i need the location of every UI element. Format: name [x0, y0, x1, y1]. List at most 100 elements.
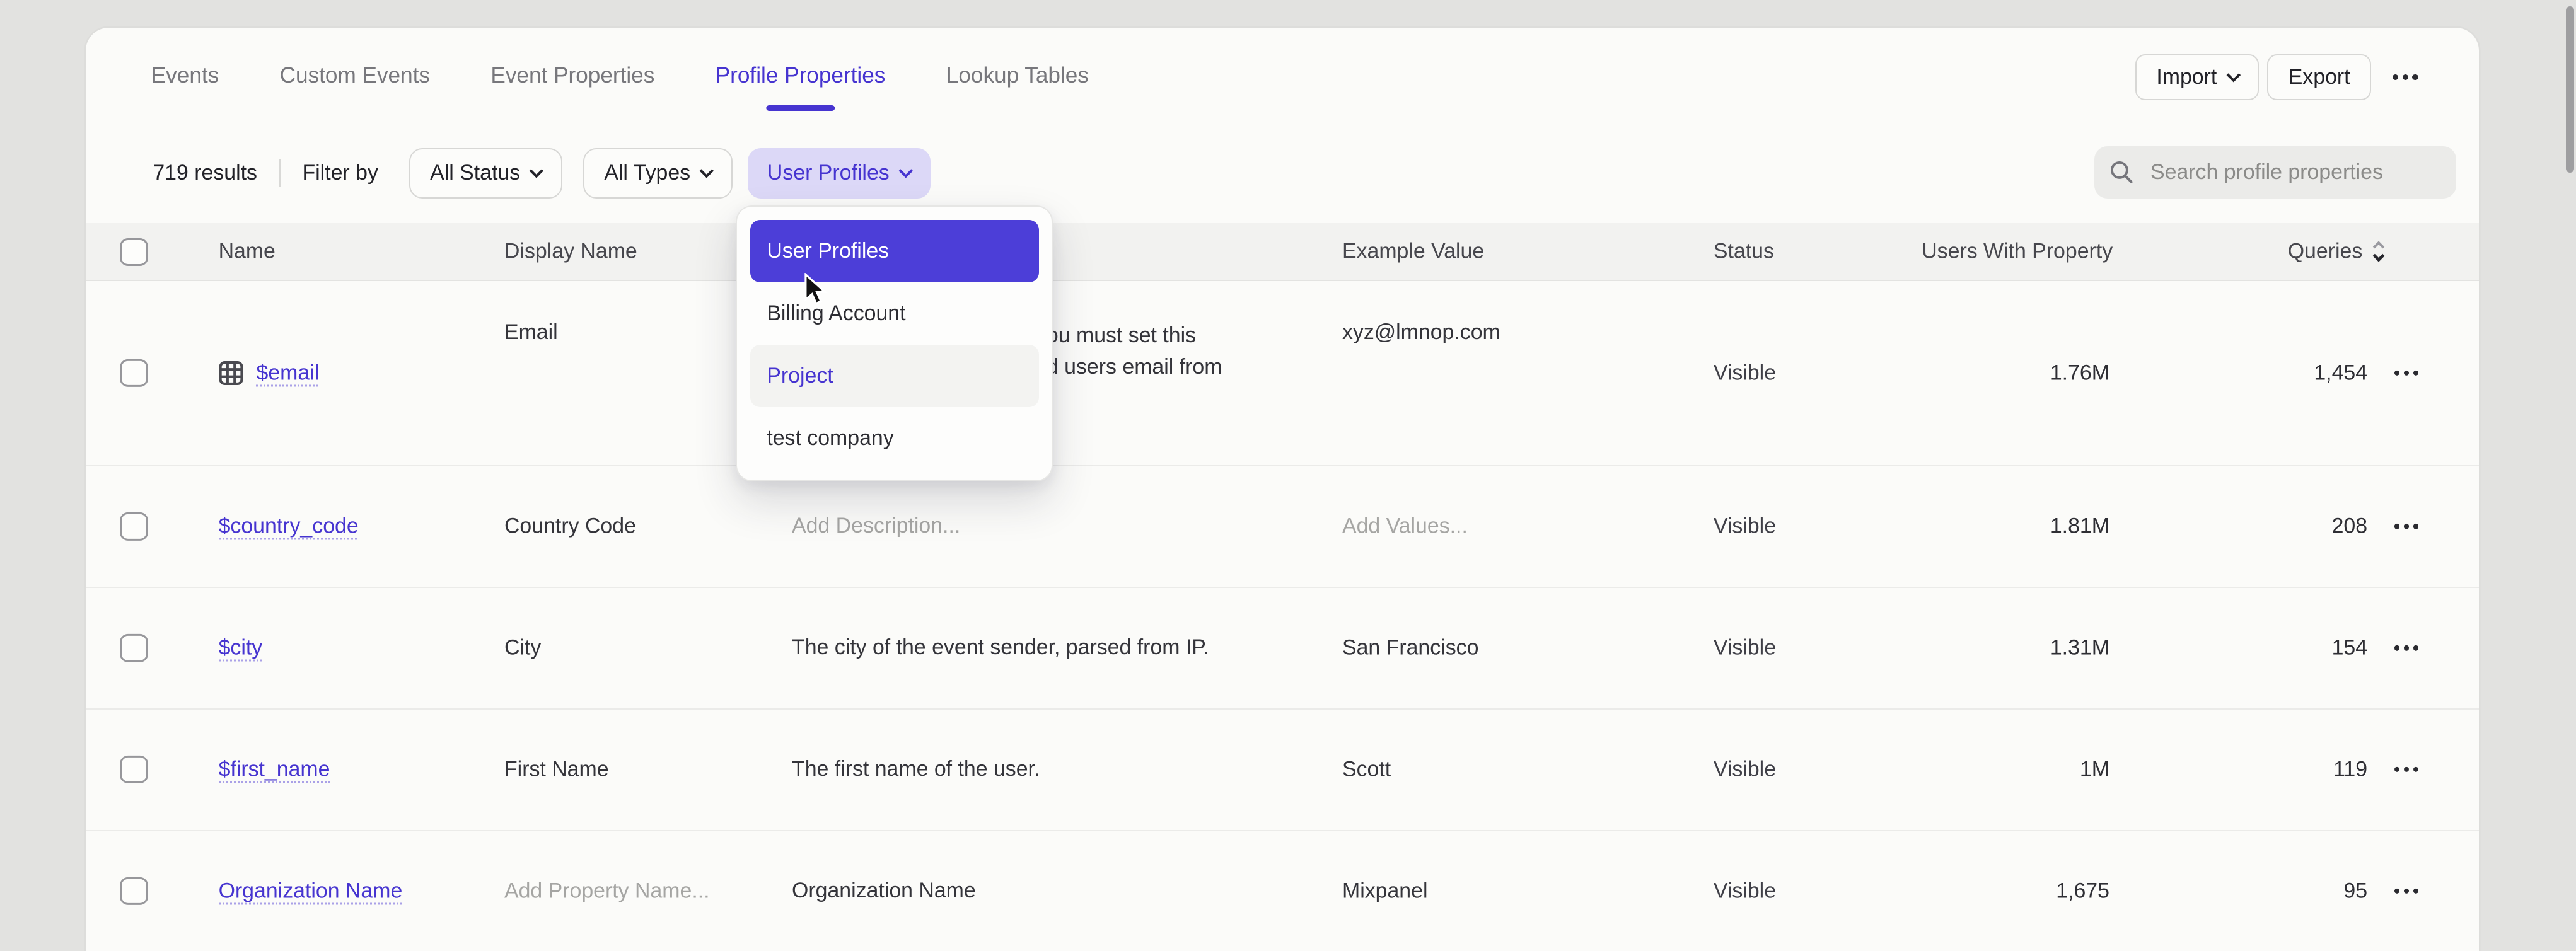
- row-actions-button[interactable]: [2394, 645, 2418, 650]
- sort-descending-icon: [2370, 239, 2387, 263]
- property-name-link[interactable]: $email: [256, 360, 319, 385]
- description-line: d users email from: [1047, 352, 1222, 383]
- table-header: Name Display Name Example Value Status U…: [86, 223, 2480, 280]
- example-value-cell[interactable]: San Francisco: [1342, 636, 1478, 660]
- tab-event-properties[interactable]: Event Properties: [490, 63, 654, 88]
- example-value-cell[interactable]: xyz@lmnop.com: [1342, 320, 1500, 345]
- tab-lookup-tables[interactable]: Lookup Tables: [946, 63, 1089, 88]
- status-filter-label: All Status: [430, 161, 520, 185]
- display-name-cell[interactable]: First Name: [504, 758, 609, 782]
- queries-cell: 208: [2332, 514, 2368, 539]
- row-actions-button[interactable]: [2394, 371, 2418, 376]
- import-button[interactable]: Import: [2135, 54, 2259, 100]
- status-cell[interactable]: Visible: [1714, 360, 1776, 385]
- status-cell[interactable]: Visible: [1714, 636, 1776, 660]
- table-row: $email Email ou must set this d users em…: [86, 281, 2480, 466]
- more-options-button[interactable]: [2393, 74, 2418, 80]
- property-name-cell: $first_name: [219, 758, 330, 782]
- status-cell[interactable]: Visible: [1714, 879, 1776, 903]
- table-row: $first_name First Name The first name of…: [86, 710, 2480, 831]
- row-checkbox[interactable]: [120, 512, 148, 540]
- description-cell[interactable]: The first name of the user.: [792, 754, 1040, 785]
- export-button[interactable]: Export: [2267, 54, 2370, 100]
- results-count[interactable]: 719 results: [153, 161, 257, 185]
- users-with-property-cell: 1.76M: [2050, 360, 2109, 385]
- row-actions-button[interactable]: [2394, 524, 2418, 529]
- search-icon: [2109, 160, 2134, 185]
- display-name-cell[interactable]: Email: [504, 320, 558, 345]
- row-checkbox[interactable]: [120, 877, 148, 905]
- property-name-link[interactable]: $city: [219, 636, 263, 660]
- dropdown-item-project[interactable]: Project: [750, 345, 1038, 407]
- description-cell[interactable]: Add Description...: [792, 511, 960, 543]
- filter-by-label: Filter by: [302, 161, 378, 185]
- queries-cell: 154: [2332, 636, 2368, 660]
- display-name-cell[interactable]: Add Property Name...: [504, 879, 710, 903]
- description-cell[interactable]: ou must set this d users email from: [1047, 320, 1222, 383]
- status-filter-button[interactable]: All Status: [409, 148, 562, 199]
- tab-events[interactable]: Events: [151, 63, 219, 88]
- row-actions-button[interactable]: [2394, 889, 2418, 894]
- row-checkbox[interactable]: [120, 756, 148, 783]
- dropdown-item-user-profiles[interactable]: User Profiles: [750, 220, 1038, 282]
- divider: [279, 159, 281, 187]
- tab-profile-properties[interactable]: Profile Properties: [716, 63, 886, 88]
- queries-header-label: Queries: [2288, 239, 2363, 263]
- column-header-name[interactable]: Name: [219, 239, 276, 263]
- row-checkbox[interactable]: [120, 634, 148, 662]
- dropdown-item-billing-account[interactable]: Billing Account: [750, 282, 1038, 345]
- description-cell[interactable]: Organization Name: [792, 875, 976, 907]
- table-row: $country_code Country Code Add Descripti…: [86, 466, 2480, 588]
- property-name-link[interactable]: $country_code: [219, 514, 359, 539]
- column-header-example-value[interactable]: Example Value: [1342, 239, 1484, 263]
- row-checkbox[interactable]: [120, 359, 148, 387]
- type-filter-button[interactable]: All Types: [583, 148, 733, 199]
- table-grid-icon: [219, 360, 243, 385]
- row-actions-button[interactable]: [2394, 767, 2418, 772]
- property-name-cell: Organization Name: [219, 879, 403, 903]
- status-cell[interactable]: Visible: [1714, 514, 1776, 539]
- table-row: $city City The city of the event sender,…: [86, 588, 2480, 710]
- display-name-cell[interactable]: Country Code: [504, 514, 636, 539]
- chevron-down-icon: [530, 164, 543, 178]
- tab-custom-events[interactable]: Custom Events: [280, 63, 430, 88]
- export-label: Export: [2289, 65, 2350, 89]
- column-header-display-name[interactable]: Display Name: [504, 239, 637, 263]
- property-name-cell: $city: [219, 636, 263, 660]
- entity-filter-label: User Profiles: [767, 161, 890, 185]
- property-name-link[interactable]: $first_name: [219, 758, 330, 782]
- type-filter-label: All Types: [604, 161, 690, 185]
- app-viewport: Events Custom Events Event Properties Pr…: [0, 0, 2576, 951]
- search-input[interactable]: [2147, 159, 2441, 187]
- column-header-status[interactable]: Status: [1714, 239, 1774, 263]
- users-with-property-cell: 1,675: [2056, 879, 2109, 903]
- users-with-property-cell: 1M: [2080, 758, 2109, 782]
- lexicon-panel: Events Custom Events Event Properties Pr…: [86, 28, 2480, 951]
- scrollbar-thumb[interactable]: [2566, 6, 2574, 172]
- toolbar-actions: Import Export: [2135, 54, 2418, 100]
- property-name-cell: $country_code: [219, 514, 359, 539]
- column-header-queries[interactable]: Queries: [2288, 239, 2387, 263]
- example-value-cell[interactable]: Mixpanel: [1342, 879, 1428, 903]
- example-value-cell[interactable]: Add Values...: [1342, 514, 1468, 539]
- search-box: [2094, 146, 2456, 199]
- column-header-users-with-property[interactable]: Users With Property: [1922, 239, 2113, 263]
- queries-cell: 95: [2343, 879, 2367, 903]
- select-all-checkbox[interactable]: [120, 238, 148, 266]
- queries-cell: 119: [2333, 758, 2367, 782]
- description-line: ou must set this: [1047, 320, 1222, 352]
- display-name-cell[interactable]: City: [504, 636, 541, 660]
- entity-filter-button[interactable]: User Profiles: [748, 148, 931, 199]
- description-cell[interactable]: The city of the event sender, parsed fro…: [792, 633, 1209, 664]
- entity-type-dropdown: User Profiles Billing Account Project te…: [736, 205, 1053, 481]
- status-cell[interactable]: Visible: [1714, 758, 1776, 782]
- dropdown-item-test-company[interactable]: test company: [750, 407, 1038, 470]
- users-with-property-cell: 1.81M: [2050, 514, 2109, 539]
- property-name-link[interactable]: Organization Name: [219, 879, 403, 903]
- example-value-cell[interactable]: Scott: [1342, 758, 1391, 782]
- mouse-cursor: [803, 273, 828, 308]
- chevron-down-icon: [700, 164, 714, 178]
- import-label: Import: [2156, 65, 2217, 89]
- property-name-cell: $email: [219, 360, 320, 385]
- chevron-down-icon: [2226, 67, 2240, 81]
